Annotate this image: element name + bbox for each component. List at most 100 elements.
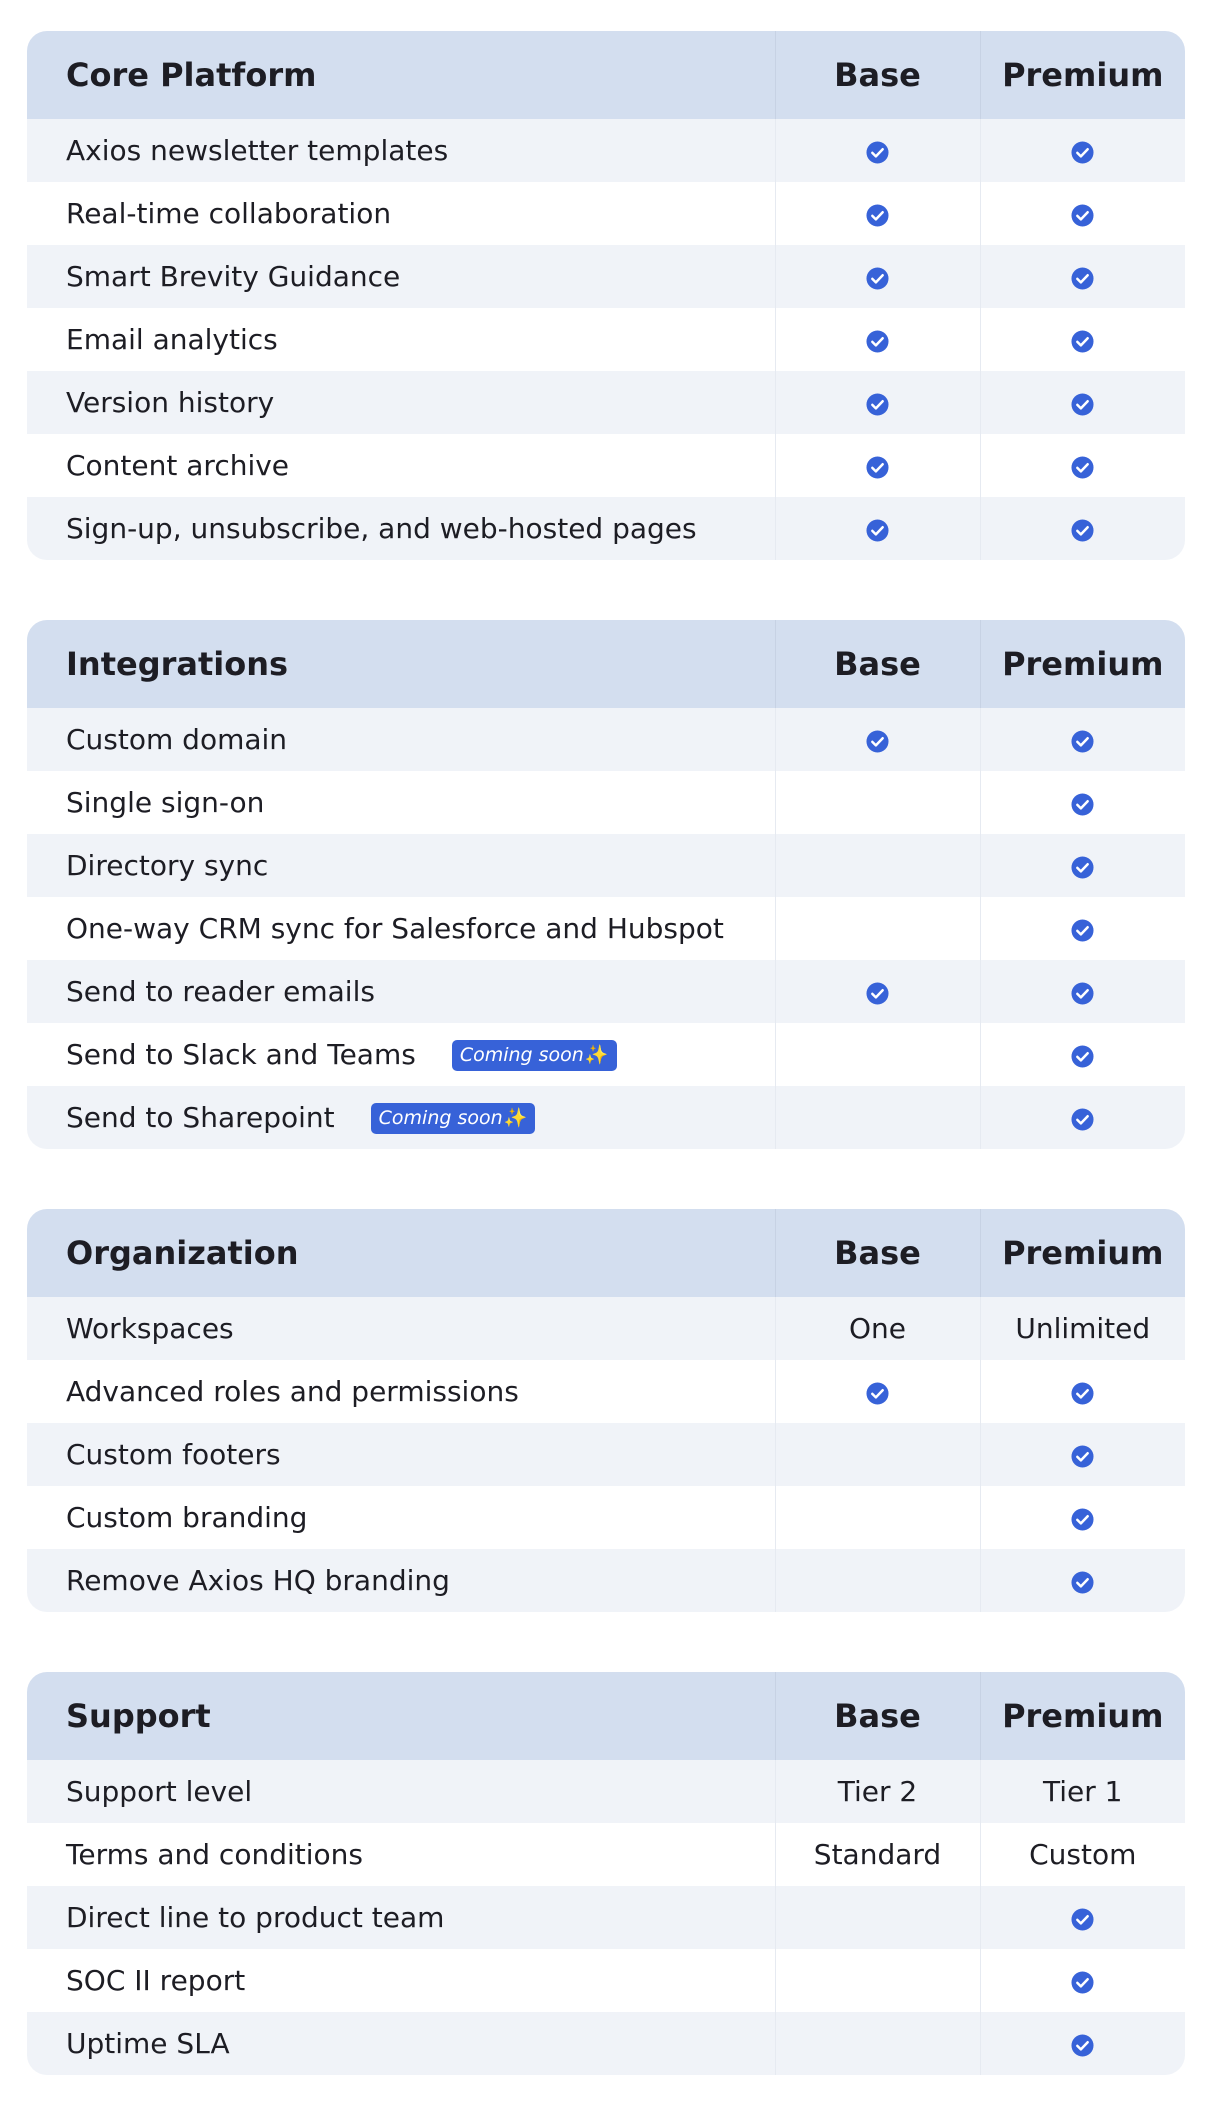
table-header-row: Organization Base Premium bbox=[27, 1209, 1185, 1297]
feature-label: Custom domain bbox=[27, 708, 775, 771]
coming-soon-badge: Coming soon✨ bbox=[451, 1040, 617, 1072]
check-circle-icon bbox=[866, 518, 889, 542]
feature-label: Directory sync bbox=[27, 834, 775, 897]
base-cell bbox=[774, 497, 980, 560]
premium-column-header: Premium bbox=[979, 1209, 1185, 1297]
section-core-platform: Core Platform Base Premium Axios newslet… bbox=[27, 31, 1185, 560]
feature-label: Real-time collaboration bbox=[27, 182, 775, 245]
feature-label: Support level bbox=[27, 1760, 775, 1823]
check-circle-icon bbox=[866, 329, 889, 353]
section-integrations: Integrations Base Premium Custom domain … bbox=[27, 620, 1185, 1149]
tier-value: Custom bbox=[1029, 1838, 1137, 1871]
section-title: Core Platform bbox=[27, 31, 775, 119]
base-cell bbox=[774, 182, 980, 245]
base-cell bbox=[774, 708, 980, 771]
section-title: Integrations bbox=[27, 620, 775, 708]
check-circle-icon bbox=[1071, 918, 1094, 942]
pricing-comparison-page: Core Platform Base Premium Axios newslet… bbox=[0, 0, 1212, 2102]
feature-label: Custom branding bbox=[27, 1486, 775, 1549]
premium-cell bbox=[979, 1486, 1185, 1549]
sparkle-icon: ✨ bbox=[584, 1044, 609, 1067]
premium-cell bbox=[979, 245, 1185, 308]
sparkle-icon: ✨ bbox=[503, 1107, 528, 1130]
feature-label: Terms and conditions bbox=[27, 1823, 775, 1886]
section-title: Support bbox=[27, 1672, 775, 1760]
check-circle-icon bbox=[1071, 1444, 1094, 1468]
base-column-header: Base bbox=[774, 620, 980, 708]
base-cell bbox=[774, 1023, 980, 1086]
feature-label: Send to reader emails bbox=[27, 960, 775, 1023]
table-row: Advanced roles and permissions bbox=[27, 1360, 1185, 1423]
table-row: Directory sync bbox=[27, 834, 1185, 897]
premium-cell bbox=[979, 1360, 1185, 1423]
premium-cell: Tier 1 bbox=[979, 1760, 1185, 1823]
premium-column-header: Premium bbox=[979, 620, 1185, 708]
check-circle-icon bbox=[866, 140, 889, 164]
table-row: One-way CRM sync for Salesforce and Hubs… bbox=[27, 897, 1185, 960]
check-circle-icon bbox=[1071, 1507, 1094, 1531]
comparison-table: Support Base Premium Support level Tier 2… bbox=[27, 1672, 1185, 2075]
table-row: Support level Tier 2 Tier 1 bbox=[27, 1760, 1185, 1823]
table-row: Remove Axios HQ branding bbox=[27, 1549, 1185, 1612]
table-row: Direct line to product team bbox=[27, 1886, 1185, 1949]
tier-value: One bbox=[848, 1312, 906, 1345]
premium-cell bbox=[979, 960, 1185, 1023]
check-circle-icon bbox=[1071, 1044, 1094, 1068]
check-circle-icon bbox=[1071, 392, 1094, 416]
base-cell bbox=[774, 2012, 980, 2075]
check-circle-icon bbox=[866, 203, 889, 227]
check-circle-icon bbox=[1071, 140, 1094, 164]
check-circle-icon bbox=[1071, 1381, 1094, 1405]
check-circle-icon bbox=[1071, 981, 1094, 1005]
premium-cell bbox=[979, 497, 1185, 560]
table-header-row: Core Platform Base Premium bbox=[27, 31, 1185, 119]
table-row: Uptime SLA bbox=[27, 2012, 1185, 2075]
feature-label: Direct line to product team bbox=[27, 1886, 775, 1949]
feature-label: Email analytics bbox=[27, 308, 775, 371]
base-cell bbox=[774, 119, 980, 182]
table-row: Terms and conditions Standard Custom bbox=[27, 1823, 1185, 1886]
base-column-header: Base bbox=[774, 1672, 980, 1760]
check-circle-icon bbox=[1071, 1107, 1094, 1131]
feature-label: One-way CRM sync for Salesforce and Hubs… bbox=[27, 897, 775, 960]
check-circle-icon bbox=[1071, 1907, 1094, 1931]
badge-label: Coming soon bbox=[459, 1044, 584, 1067]
premium-cell bbox=[979, 708, 1185, 771]
check-circle-icon bbox=[866, 266, 889, 290]
section-organization: Organization Base Premium Workspaces One U… bbox=[27, 1209, 1185, 1612]
base-cell: Standard bbox=[774, 1823, 980, 1886]
base-cell bbox=[774, 245, 980, 308]
tier-value: Tier 1 bbox=[1043, 1775, 1123, 1808]
base-cell bbox=[774, 771, 980, 834]
premium-cell bbox=[979, 119, 1185, 182]
badge-label: Coming soon bbox=[378, 1107, 503, 1130]
premium-column-header: Premium bbox=[979, 1672, 1185, 1760]
table-row: Real-time collaboration bbox=[27, 182, 1185, 245]
table-row: Email analytics bbox=[27, 308, 1185, 371]
premium-cell bbox=[979, 897, 1185, 960]
check-circle-icon bbox=[866, 1381, 889, 1405]
table-row: Send to Slack and Teams Coming soon✨ bbox=[27, 1023, 1185, 1086]
feature-label: Axios newsletter templates bbox=[27, 119, 775, 182]
premium-column-header: Premium bbox=[979, 31, 1185, 119]
feature-cell: Send to Slack and Teams Coming soon✨ bbox=[27, 1023, 775, 1086]
base-cell bbox=[774, 1886, 980, 1949]
table-row: Version history bbox=[27, 371, 1185, 434]
premium-cell bbox=[979, 1086, 1185, 1149]
premium-cell bbox=[979, 1949, 1185, 2012]
tier-value: Unlimited bbox=[1015, 1312, 1151, 1345]
base-cell bbox=[774, 308, 980, 371]
table-row: SOC II report bbox=[27, 1949, 1185, 2012]
premium-cell: Unlimited bbox=[979, 1297, 1185, 1360]
feature-label: Remove Axios HQ branding bbox=[27, 1549, 775, 1612]
premium-cell bbox=[979, 434, 1185, 497]
feature-label: Content archive bbox=[27, 434, 775, 497]
base-cell bbox=[774, 371, 980, 434]
check-circle-icon bbox=[1071, 266, 1094, 290]
table-row: Content archive bbox=[27, 434, 1185, 497]
table-row: Custom domain bbox=[27, 708, 1185, 771]
base-column-header: Base bbox=[774, 1209, 980, 1297]
base-cell bbox=[774, 834, 980, 897]
comparison-table: Integrations Base Premium Custom domain … bbox=[27, 620, 1185, 1149]
feature-label: Sign-up, unsubscribe, and web-hosted pag… bbox=[27, 497, 775, 560]
